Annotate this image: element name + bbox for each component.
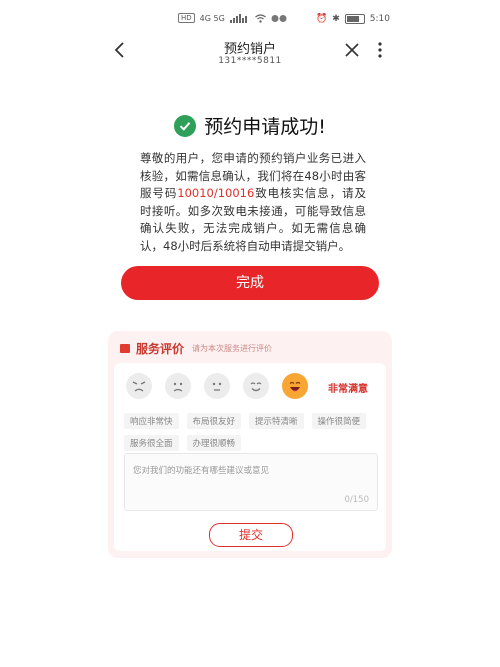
rating-hint: 请为本次服务进行评价	[192, 344, 273, 353]
sad-face-icon[interactable]	[165, 373, 191, 399]
close-icon[interactable]	[344, 42, 360, 58]
grin-face-icon[interactable]	[282, 373, 308, 399]
status-bar: HD 4G 5G ⏰ ✱ 5:10	[0, 0, 500, 34]
smile-face-icon[interactable]	[243, 373, 269, 399]
wifi-icon	[254, 13, 266, 23]
tag-chip[interactable]: 操作很简便	[311, 413, 367, 429]
rating-header: 服务评价 请为本次服务进行评价	[120, 340, 272, 357]
rating-body: 非常满意 响应非常快 布局很友好 提示特清晰 操作很简便 服务很全面 办理很顺畅…	[114, 363, 386, 551]
char-counter: 0/150	[344, 495, 370, 505]
service-phone: 10010/10016	[177, 186, 255, 200]
tag-chip[interactable]: 布局很友好	[186, 413, 242, 429]
feedback-input[interactable]: 您对我们的功能还有哪些建议或意见 0/150	[124, 453, 378, 511]
clock: 5:10	[369, 14, 390, 24]
selected-rating-label: 非常满意	[328, 384, 368, 395]
done-button[interactable]: 完成	[121, 266, 379, 300]
success-title: 预约申请成功!	[204, 116, 326, 138]
tag-chip[interactable]: 提示特清晰	[249, 413, 304, 429]
page-title: 预约销户	[223, 42, 276, 57]
notice-text: 尊敬的用户，您申请的预约销户业务已进入核验，如需信息确认，我们将在48小时由客服…	[140, 150, 366, 255]
message-icon	[271, 14, 287, 22]
more-icon[interactable]	[377, 41, 383, 59]
face-row	[126, 373, 308, 399]
feedback-placeholder: 您对我们的功能还有哪些建议或意见	[133, 466, 270, 476]
signal-icon	[229, 13, 247, 23]
tag-chip[interactable]: 响应非常快	[124, 413, 179, 429]
check-circle-icon	[174, 114, 197, 137]
nav-bar: 预约销户 131****5811	[0, 34, 500, 74]
angry-face-icon[interactable]	[126, 373, 152, 399]
alarm-icon: ⏰	[316, 14, 328, 24]
rating-title: 服务评价	[136, 342, 185, 356]
flag-icon	[120, 344, 130, 353]
rating-card: 服务评价 请为本次服务进行评价 非常满意 响应非常快 布局很友好 提示特清晰 操…	[108, 331, 392, 558]
bluetooth-icon: ✱	[332, 14, 340, 24]
neutral-face-icon[interactable]	[204, 373, 230, 399]
status-left: HD 4G 5G	[178, 13, 289, 23]
tag-chip[interactable]: 服务很全面	[124, 435, 179, 451]
tag-list: 响应非常快 布局很友好 提示特清晰 操作很简便 服务很全面 办理很顺畅	[124, 413, 384, 451]
success-header: 预约申请成功!	[0, 112, 500, 139]
battery-icon	[344, 14, 365, 24]
tag-chip[interactable]: 办理很顺畅	[186, 435, 242, 451]
phone-number: 131****5811	[218, 56, 282, 66]
status-right: ⏰ ✱ 5:10	[316, 14, 390, 24]
hd-badge: HD	[178, 13, 195, 23]
submit-button[interactable]: 提交	[209, 523, 293, 547]
network-indicator: 4G 5G	[199, 13, 225, 23]
